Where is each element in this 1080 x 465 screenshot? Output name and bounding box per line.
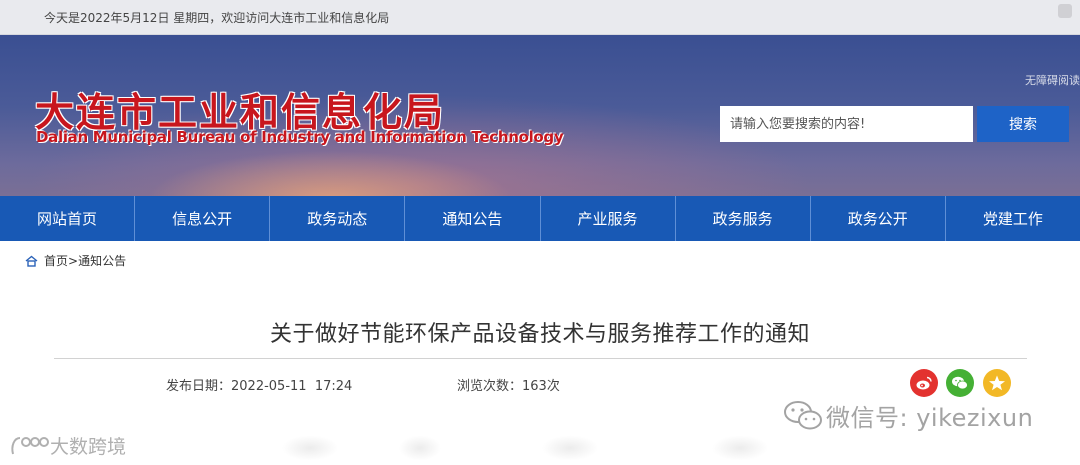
weibo-icon[interactable] [910,369,938,397]
blurred-article-body [270,418,810,465]
nav-item-gov-affairs[interactable]: 政务公开 [811,196,946,241]
wechat-icon[interactable] [946,369,974,397]
article-title: 关于做好节能环保产品设备技术与服务推荐工作的通知 [269,322,810,347]
search-input[interactable] [720,106,973,142]
breadcrumb: 首页 > 通知公告 [25,252,126,269]
site-logo-english: Dalian Municipal Bureau of Industry and … [36,128,564,146]
brand-watermark-text: 大数跨境 [50,436,127,458]
nav-item-home[interactable]: 网站首页 [0,196,136,241]
wechat-watermark: 微信号: yikezixun [782,398,1033,433]
nav-item-party-building[interactable]: 党建工作 [946,196,1080,241]
welcome-text: 今天是2022年5月12日 星期四，欢迎访问大连市工业和信息化局 [44,11,390,25]
brand-watermark: 大数跨境 [10,432,126,459]
search-button[interactable]: 搜索 [977,106,1069,142]
breadcrumb-current[interactable]: 通知公告 [78,252,126,269]
nav-item-info-disclosure[interactable]: 信息公开 [135,196,271,241]
nav-item-industry-services[interactable]: 产业服务 [541,196,676,241]
title-divider [54,358,1027,359]
view-count: 浏览次数：163次 [457,375,560,394]
view-count-label: 浏览次数： [457,379,523,394]
brand-watermark-icon [11,436,49,454]
breadcrumb-separator: > [68,253,79,268]
publish-date-value: 2022-05-11 17:24 [231,379,353,394]
view-count-value: 163次 [522,379,560,394]
nav-item-gov-news[interactable]: 政务动态 [270,196,406,241]
publish-date-label: 发布日期： [166,379,232,394]
header-banner: 大连市工业和信息化局 Dalian Municipal Bureau of In… [0,35,1080,196]
publish-date: 发布日期：2022-05-11 17:24 [166,375,352,394]
qzone-icon[interactable] [983,369,1011,397]
top-info-bar: 今天是2022年5月12日 星期四，欢迎访问大连市工业和信息化局 [0,0,1080,35]
nav-item-notices[interactable]: 通知公告 [405,196,541,241]
corner-icon [1058,4,1072,18]
wechat-watermark-icon [784,400,822,429]
accessibility-link[interactable]: 无障碍阅读 [1025,72,1080,88]
main-nav: 网站首页 信息公开 政务动态 通知公告 产业服务 政务服务 政务公开 党建工作 [0,196,1080,241]
wechat-watermark-text: 微信号: yikezixun [826,404,1034,432]
home-icon [25,255,38,267]
breadcrumb-home-link[interactable]: 首页 [44,252,68,269]
nav-item-gov-services[interactable]: 政务服务 [676,196,811,241]
